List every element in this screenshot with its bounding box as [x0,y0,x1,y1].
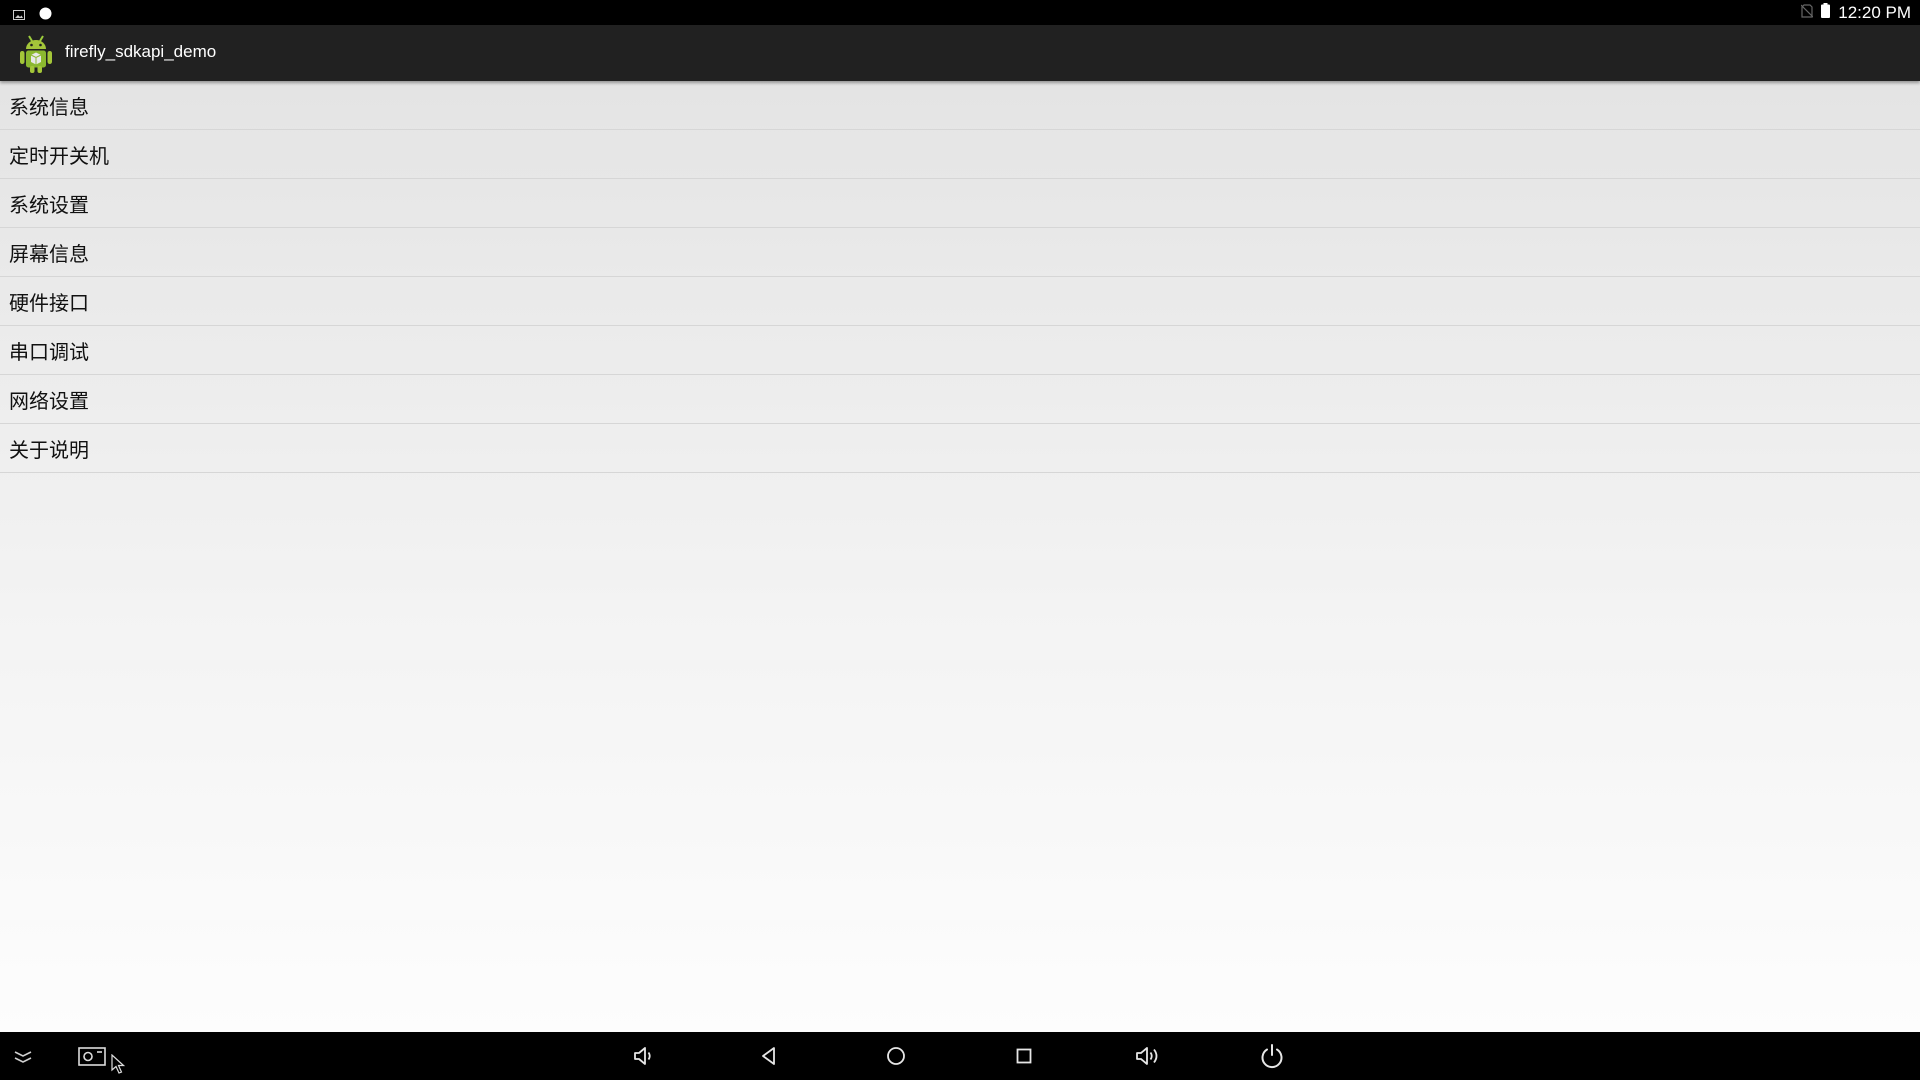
menu-item-scheduled-power[interactable]: 定时开关机 [0,130,1920,179]
menu-item-about[interactable]: 关于说明 [0,424,1920,473]
menu-item-label: 系统信息 [9,94,89,119]
navigation-bar [0,1032,1920,1080]
android-app-icon [16,33,56,75]
recents-icon[interactable] [1004,1032,1044,1080]
circle-notification-icon [39,5,52,24]
action-bar: firefly_sdkapi_demo [0,25,1920,81]
menu-item-serial-debug[interactable]: 串口调试 [0,326,1920,375]
volume-down-icon[interactable] [624,1032,664,1080]
collapse-icon[interactable] [6,1032,40,1080]
menu-item-system-settings[interactable]: 系统设置 [0,179,1920,228]
status-bar: 12:20 PM [0,0,1920,25]
menu-item-screen-info[interactable]: 屏幕信息 [0,228,1920,277]
screenshot-icon[interactable] [72,1032,112,1080]
menu-item-network-settings[interactable]: 网络设置 [0,375,1920,424]
app-title: firefly_sdkapi_demo [65,42,217,61]
no-sim-icon [1800,3,1814,22]
content-area: 系统信息 定时开关机 系统设置 屏幕信息 硬件接口 串口调试 网络设置 关于说明 [0,81,1920,1032]
battery-icon [1821,3,1831,22]
mouse-cursor-icon [108,1054,128,1080]
menu-item-label: 系统设置 [9,192,89,217]
android-screen: 12:20 PM firefly_sdkapi_demo 系统信息 定时开关机 … [0,0,1920,1080]
gallery-notification-icon [13,5,25,24]
back-icon[interactable] [749,1032,789,1080]
menu-list: 系统信息 定时开关机 系统设置 屏幕信息 硬件接口 串口调试 网络设置 关于说明 [0,81,1920,473]
status-time: 12:20 PM [1838,2,1911,22]
menu-item-label: 网络设置 [9,388,89,413]
volume-up-icon[interactable] [1128,1032,1168,1080]
menu-item-label: 关于说明 [9,437,89,462]
power-icon[interactable] [1252,1032,1292,1080]
menu-item-system-info[interactable]: 系统信息 [0,81,1920,130]
menu-item-label: 串口调试 [9,339,89,364]
menu-item-label: 硬件接口 [9,290,89,315]
menu-item-hardware-interface[interactable]: 硬件接口 [0,277,1920,326]
home-icon[interactable] [876,1032,916,1080]
menu-item-label: 屏幕信息 [9,241,89,266]
menu-item-label: 定时开关机 [9,143,109,168]
